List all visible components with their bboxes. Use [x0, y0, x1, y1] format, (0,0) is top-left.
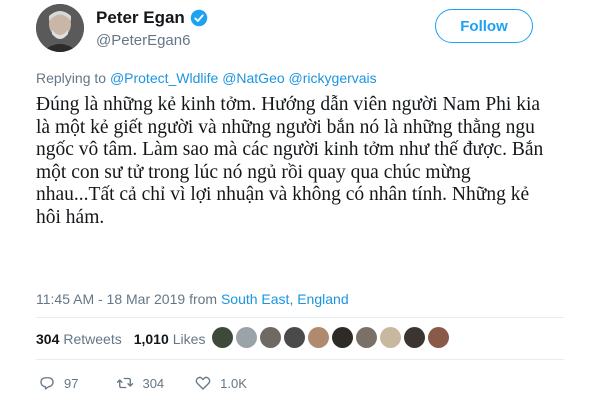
- liker-avatar[interactable]: [236, 327, 257, 348]
- author-block: Peter Egan @PeterEgan6: [96, 8, 208, 49]
- mention-link[interactable]: @NatGeo: [222, 70, 284, 86]
- retweet-action[interactable]: 304: [116, 374, 164, 392]
- liker-avatar[interactable]: [260, 327, 281, 348]
- liker-avatar[interactable]: [308, 327, 329, 348]
- tweet-text-line: một con sư tử trong lúc nó ngủ rồi quay …: [36, 161, 471, 183]
- verified-badge-icon: [190, 9, 208, 27]
- author-avatar[interactable]: [36, 4, 84, 52]
- liker-avatar[interactable]: [284, 327, 305, 348]
- liker-avatar[interactable]: [380, 327, 401, 348]
- divider: [36, 317, 564, 318]
- reply-action[interactable]: 97: [38, 374, 78, 392]
- divider: [36, 359, 564, 360]
- replying-to-label: Replying to: [36, 70, 107, 86]
- tweet-text-line: ngốc vô tâm. Làm sao mà các người kinh t…: [36, 139, 544, 160]
- mention-link[interactable]: @rickygervais: [289, 70, 377, 86]
- likes-label: Likes: [172, 331, 206, 347]
- retweet-count: 304: [142, 375, 165, 391]
- reply-count: 97: [64, 375, 79, 391]
- follow-button[interactable]: Follow: [435, 9, 533, 43]
- tweet-text-line: là một kẻ giết người và những người bắn …: [36, 116, 535, 138]
- tweet-text-line: Đúng là những kẻ kinh tởm. Hướng dẫn viê…: [36, 94, 541, 115]
- mention-link[interactable]: @Protect_Wldlife: [110, 70, 218, 86]
- tweet-actions: 97 304 1.0K: [36, 374, 247, 392]
- retweet-icon: [117, 377, 134, 389]
- reply-icon: [40, 377, 54, 390]
- heart-icon: [195, 376, 211, 390]
- tweet-meta: 11:45 AM - 18 Mar 2019 from South East, …: [36, 291, 349, 307]
- engagement-stats: 304 Retweets 1,010 Likes: [36, 331, 205, 347]
- tweet-timestamp[interactable]: 11:45 AM - 18 Mar 2019: [36, 291, 185, 307]
- liker-avatar[interactable]: [404, 327, 425, 348]
- from-label: from: [189, 291, 218, 307]
- liker-avatar[interactable]: [356, 327, 377, 348]
- liker-avatar[interactable]: [428, 327, 449, 348]
- liker-avatar[interactable]: [332, 327, 353, 348]
- likers-avatars: [212, 327, 449, 348]
- likes-stat[interactable]: 1,010 Likes: [134, 331, 206, 347]
- retweets-label: Retweets: [63, 331, 122, 347]
- like-count: 1.0K: [220, 375, 247, 391]
- tweet-text-line: nhau...Tất cả chỉ vì lợi nhuận và không …: [36, 184, 530, 205]
- tweet-location-link[interactable]: South East, England: [221, 291, 349, 307]
- liker-avatar[interactable]: [212, 327, 233, 348]
- like-action[interactable]: 1.0K: [194, 374, 247, 392]
- tweet-text-line: hôi hám.: [36, 206, 105, 228]
- author-avatar-image: [36, 4, 84, 52]
- tweet-text: Đúng là những kẻ kinh tởm. Hướng dẫn viê…: [36, 94, 576, 229]
- retweets-stat[interactable]: 304 Retweets: [36, 331, 122, 347]
- retweets-count: 304: [36, 331, 60, 347]
- author-handle[interactable]: @PeterEgan6: [96, 32, 208, 49]
- replying-to-line: Replying to @Protect_Wldlife @NatGeo @ri…: [36, 70, 377, 86]
- likes-count: 1,010: [133, 331, 169, 347]
- author-display-name[interactable]: Peter Egan: [96, 8, 185, 28]
